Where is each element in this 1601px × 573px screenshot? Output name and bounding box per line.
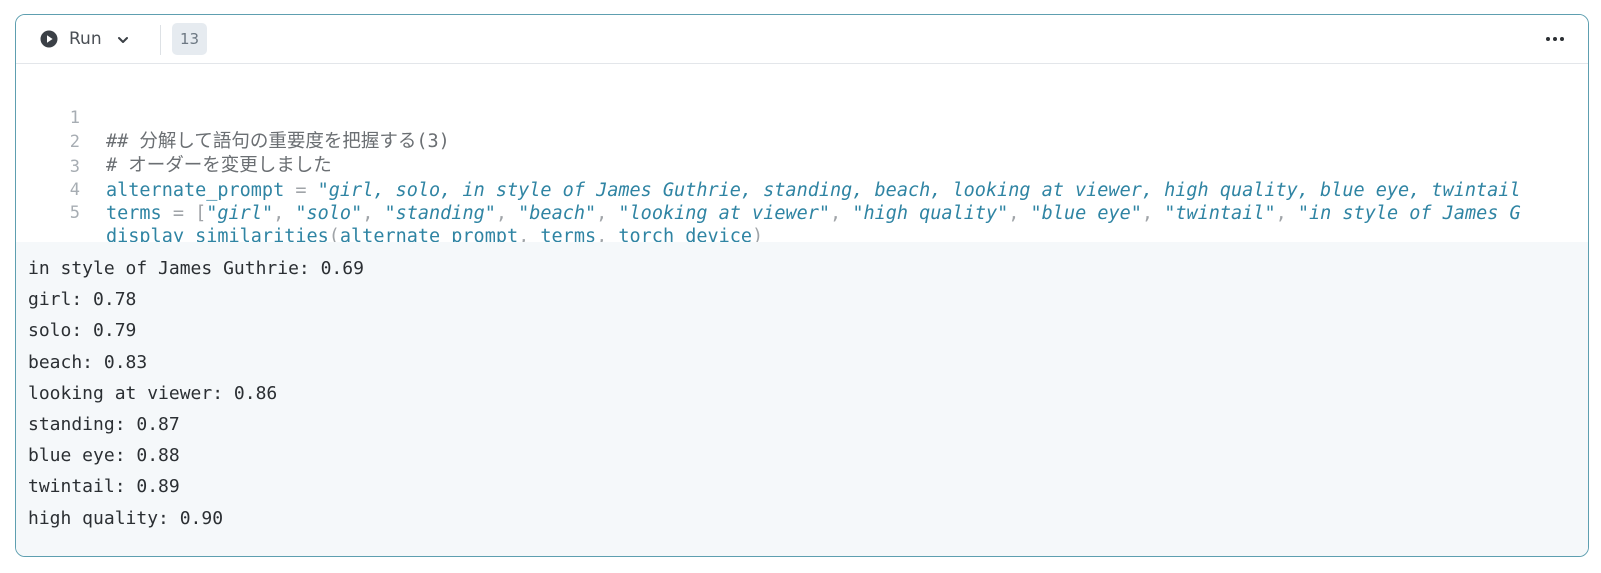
code-statement: alternate_prompt = "girl, solo, in style… <box>106 179 1521 202</box>
separator: , <box>1141 203 1165 224</box>
output-line: twintail: 0.89 <box>28 476 180 498</box>
assign-operator: = [ <box>161 203 207 224</box>
code-line: 5 display_similarities(alternate_prompt,… <box>16 179 763 247</box>
output-line: solo: 0.79 <box>28 320 137 342</box>
variable-name: terms <box>106 203 162 224</box>
output-line: in style of James Guthrie: 0.69 <box>28 258 364 279</box>
separator: , <box>596 203 619 224</box>
code-line: 3 alternate_prompt = "girl, solo, in sty… <box>16 133 1521 201</box>
separator: , <box>1008 203 1031 224</box>
string-literal: "standing" <box>384 203 496 224</box>
separator: , <box>273 203 296 224</box>
string-literal: "in style of James G <box>1297 203 1521 224</box>
execution-count-badge: 13 <box>172 23 208 55</box>
variable-name: alternate_prompt <box>106 180 285 201</box>
code-line: 2 # オーダーを変更しました <box>16 108 332 176</box>
string-literal: "girl, solo, in style of James Guthrie, … <box>317 180 1521 201</box>
string-literal: "looking at viewer" <box>618 203 831 224</box>
separator: , <box>830 203 853 224</box>
output-line: standing: 0.87 <box>28 414 180 435</box>
code-comment: # オーダーを変更しました <box>106 155 332 176</box>
output-line: beach: 0.83 <box>28 351 148 373</box>
output-line: blue eye: 0.88 <box>28 445 180 467</box>
string-literal: "beach" <box>518 203 597 224</box>
output-line: high quality: 0.90 <box>28 507 224 529</box>
separator: , <box>362 203 385 224</box>
chevron-down-icon[interactable] <box>116 32 130 46</box>
code-statement: terms = ["girl", "solo", "standing", "be… <box>106 202 1521 225</box>
string-literal: "twintail" <box>1164 203 1276 224</box>
separator: , <box>1275 203 1298 224</box>
cell-toolbar: Run 13 <box>16 15 1588 64</box>
run-label: Run <box>69 29 102 49</box>
string-literal: "girl" <box>206 203 274 224</box>
separator: , <box>495 203 519 224</box>
code-editor[interactable]: 1 ## 分解して語句の重要度を把握する(3) 2 # オーダーを変更しました … <box>16 64 1588 290</box>
assign-operator: = <box>284 180 318 201</box>
play-circle-icon <box>40 30 58 48</box>
code-line: 1 ## 分解して語句の重要度を把握する(3) <box>16 84 450 152</box>
cell-output: in style of James Guthrie: 0.69 girl: 0.7… <box>16 242 1588 556</box>
code-line: 4 terms = ["girl", "solo", "standing", "… <box>16 156 1521 224</box>
string-literal: "high quality" <box>852 203 1009 224</box>
string-literal: "solo" <box>295 203 363 224</box>
toolbar-divider <box>160 25 161 55</box>
line-number: 5 <box>69 203 80 223</box>
output-line: looking at viewer: 0.86 <box>28 382 278 404</box>
notebook-cell[interactable]: Run 13 1 ## 分解して語句の重要度を把握する(3) 2 # オーダーを… <box>15 14 1589 557</box>
run-button[interactable]: Run <box>40 26 130 52</box>
more-horizontal-icon[interactable] <box>1544 31 1566 47</box>
string-literal: "blue eye" <box>1030 203 1142 224</box>
code-comment: ## 分解して語句の重要度を把握する(3) <box>106 131 450 152</box>
output-line: girl: 0.78 <box>28 289 137 311</box>
